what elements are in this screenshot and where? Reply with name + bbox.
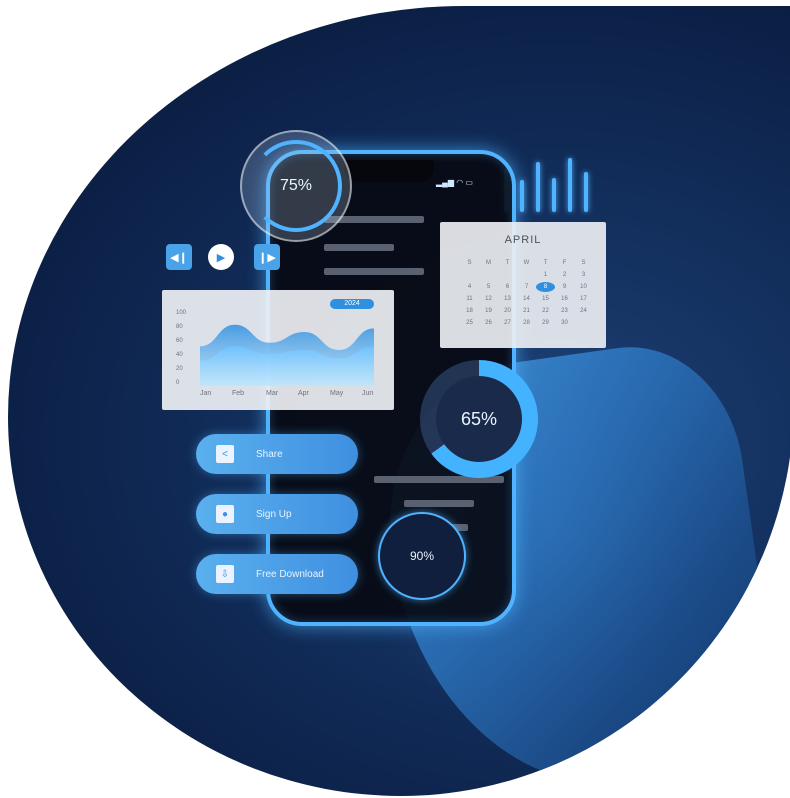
x-tick: Jan xyxy=(200,390,212,397)
free-download-label: Free Download xyxy=(256,568,324,580)
calendar-day[interactable]: 12 xyxy=(479,294,498,304)
calendar-day[interactable]: 23 xyxy=(555,306,574,316)
calendar-day[interactable]: 4 xyxy=(460,282,479,292)
calendar-day[interactable]: 22 xyxy=(536,306,555,316)
calendar-day[interactable]: 18 xyxy=(460,306,479,316)
calendar-day[interactable]: 28 xyxy=(517,318,536,328)
progress-ring-90: 90% xyxy=(378,512,466,600)
progress-ring-label: 65% xyxy=(460,408,498,429)
sign-up-label: Sign Up xyxy=(256,508,292,520)
calendar-empty xyxy=(517,270,536,280)
weekday-label: T xyxy=(543,260,548,266)
x-tick: Jun xyxy=(362,390,374,397)
progress-ring-75: 75% xyxy=(240,130,352,242)
vbar xyxy=(520,180,524,212)
calendar-day[interactable]: 30 xyxy=(555,318,574,328)
placeholder-line xyxy=(324,244,394,251)
weekday-label: S xyxy=(467,260,472,266)
calendar-day[interactable]: 7 xyxy=(517,282,536,292)
calendar-day[interactable]: 27 xyxy=(498,318,517,328)
calendar-day[interactable]: 13 xyxy=(498,294,517,304)
calendar-grid: S M T W T F S 1 2 3 4 5 6 7 8 9 10 11 12 13 14 15 16 17 18 19 20 21… xyxy=(460,258,593,328)
calendar-day[interactable]: 11 xyxy=(460,294,479,304)
x-tick: Mar xyxy=(266,390,279,397)
area-chart-card: 2024 100 80 60 40 20 0 Jan Feb Mar Apr M… xyxy=(162,290,394,410)
weekday-label: F xyxy=(562,260,567,266)
calendar-day[interactable]: 24 xyxy=(574,306,593,316)
calendar-empty xyxy=(460,270,479,280)
calendar-day[interactable]: 14 xyxy=(517,294,536,304)
calendar-day[interactable]: 6 xyxy=(498,282,517,292)
progress-arc xyxy=(250,140,342,232)
download-icon: ⇩ xyxy=(216,565,234,583)
calendar-day[interactable]: 20 xyxy=(498,306,517,316)
calendar-day[interactable]: 29 xyxy=(536,318,555,328)
calendar-day[interactable]: 3 xyxy=(574,270,593,280)
vbar xyxy=(536,162,540,212)
calendar-day[interactable]: 26 xyxy=(479,318,498,328)
calendar-day[interactable]: 19 xyxy=(479,306,498,316)
progress-ring-65: 65% xyxy=(420,360,538,478)
calendar-day[interactable]: 1 xyxy=(536,270,555,280)
weekday-label: W xyxy=(523,260,530,266)
vbar xyxy=(584,172,588,212)
calendar-day[interactable]: 15 xyxy=(536,294,555,304)
calendar-day[interactable]: 16 xyxy=(555,294,574,304)
calendar-day[interactable]: 17 xyxy=(574,294,593,304)
calendar-empty xyxy=(574,318,593,328)
calendar-day[interactable]: 10 xyxy=(574,282,593,292)
calendar-month: APRIL xyxy=(504,234,542,246)
share-label: Share xyxy=(256,448,283,460)
skip-back-icon[interactable]: ◀❙ xyxy=(166,244,192,270)
calendar-empty xyxy=(498,270,517,280)
x-tick: Apr xyxy=(298,390,309,397)
sign-up-button[interactable]: ● Sign Up xyxy=(196,494,358,534)
calendar-day[interactable]: 25 xyxy=(460,318,479,328)
calendar-card: APRIL S M T W T F S 1 2 3 4 5 6 7 8 9 10 11 12 13 14 15 16 17 18… xyxy=(440,222,606,348)
weekday-label: T xyxy=(505,260,510,266)
weekday-label: S xyxy=(581,260,586,266)
skip-forward-icon[interactable]: ❙▶ xyxy=(254,244,280,270)
share-icon: < xyxy=(216,445,234,463)
x-tick: Feb xyxy=(232,390,245,397)
calendar-empty xyxy=(479,270,498,280)
progress-ring-label: 90% xyxy=(409,549,435,563)
calendar-day[interactable]: 5 xyxy=(479,282,498,292)
x-tick: May xyxy=(330,390,344,397)
vbar xyxy=(552,178,556,212)
placeholder-line xyxy=(324,268,424,275)
calendar-day[interactable]: 21 xyxy=(517,306,536,316)
phone-notch xyxy=(344,160,434,182)
share-button[interactable]: < Share xyxy=(196,434,358,474)
calendar-day[interactable]: 8 xyxy=(536,282,555,292)
placeholder-line xyxy=(404,500,474,507)
calendar-day[interactable]: 9 xyxy=(555,282,574,292)
status-icons: ▂▄▆ ◠ ▭ xyxy=(436,178,473,187)
vbar xyxy=(568,158,572,212)
user-icon: ● xyxy=(216,505,234,523)
calendar-day[interactable]: 2 xyxy=(555,270,574,280)
play-icon[interactable]: ▶ xyxy=(208,244,234,270)
free-download-button[interactable]: ⇩ Free Download xyxy=(196,554,358,594)
weekday-label: M xyxy=(486,260,491,266)
